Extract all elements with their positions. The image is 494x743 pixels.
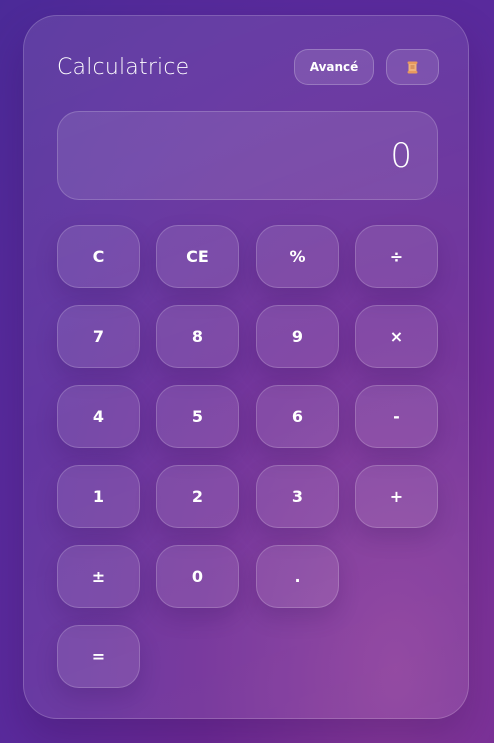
plus-minus-button[interactable]: ± (57, 545, 140, 608)
app-title: Calculatrice (57, 55, 190, 80)
digit-4-button[interactable]: 4 (57, 385, 140, 448)
digit-3-button[interactable]: 3 (256, 465, 339, 528)
digit-1-button[interactable]: 1 (57, 465, 140, 528)
divide-button[interactable]: ÷ (355, 225, 438, 288)
digit-6-button[interactable]: 6 (256, 385, 339, 448)
display-value: 0 (390, 136, 412, 176)
multiply-button[interactable]: × (355, 305, 438, 368)
advanced-mode-label: Avancé (309, 60, 359, 74)
percent-button[interactable]: % (256, 225, 339, 288)
digit-5-button[interactable]: 5 (156, 385, 239, 448)
result-display: 0 (57, 111, 438, 200)
advanced-mode-button[interactable]: Avancé (294, 49, 374, 85)
digit-9-button[interactable]: 9 (256, 305, 339, 368)
digit-2-button[interactable]: 2 (156, 465, 239, 528)
equals-button[interactable]: = (57, 625, 140, 688)
calculator-panel: Calculatrice Avancé 0 C CE % ÷ 7 8 9 × 4… (23, 15, 469, 719)
subtract-button[interactable]: - (355, 385, 438, 448)
digit-7-button[interactable]: 7 (57, 305, 140, 368)
history-button[interactable] (386, 49, 439, 85)
digit-0-button[interactable]: 0 (156, 545, 239, 608)
digit-8-button[interactable]: 8 (156, 305, 239, 368)
clear-button[interactable]: C (57, 225, 140, 288)
clear-entry-button[interactable]: CE (156, 225, 239, 288)
scroll-icon (407, 61, 418, 74)
decimal-button[interactable]: . (256, 545, 339, 608)
add-button[interactable]: + (355, 465, 438, 528)
